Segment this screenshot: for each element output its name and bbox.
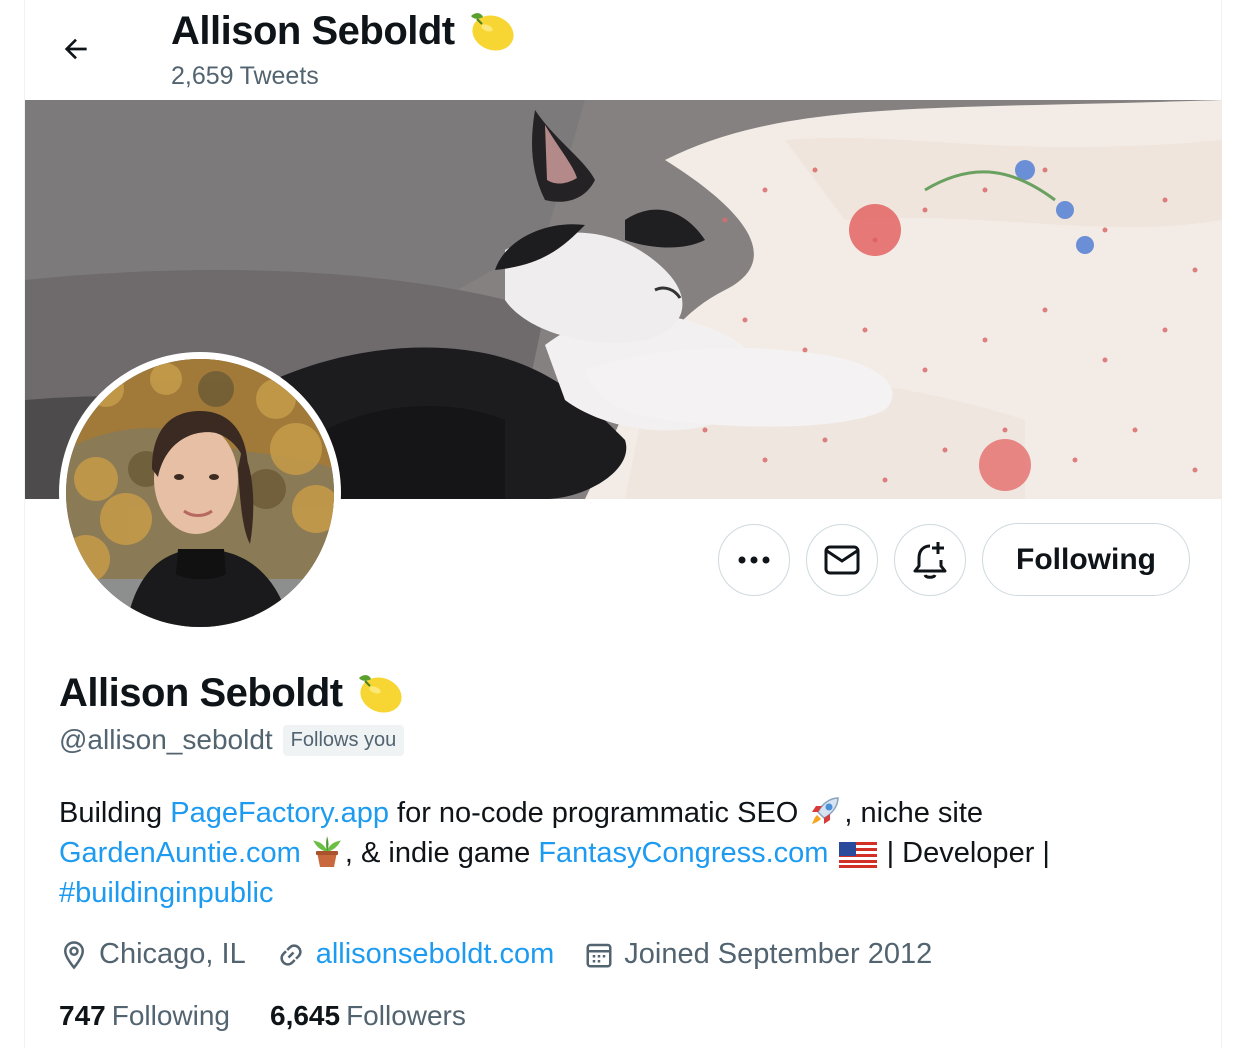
following-count-link[interactable]: 747 Following bbox=[59, 1000, 230, 1032]
profile-display-name: Allison Seboldt bbox=[59, 670, 405, 716]
bio-hashtag[interactable]: #buildinginpublic bbox=[59, 877, 273, 909]
profile-column: Allison Seboldt 2,659 Tweets Following A… bbox=[24, 0, 1222, 1048]
potted-plant-icon bbox=[312, 836, 341, 867]
followers-count-link[interactable]: 6,645 Followers bbox=[270, 1000, 466, 1032]
header-display-name: Allison Seboldt bbox=[171, 8, 517, 54]
profile-avatar[interactable] bbox=[59, 352, 341, 634]
profile-meta: Chicago, IL allisonseboldt.com Joined Se… bbox=[59, 938, 962, 971]
handle-row: @allison_seboldt Follows you bbox=[59, 724, 405, 756]
mail-icon bbox=[824, 545, 860, 575]
follows-you-badge: Follows you bbox=[282, 724, 405, 756]
tweet-count: 2,659 Tweets bbox=[171, 62, 319, 90]
profile-header-bar: Allison Seboldt 2,659 Tweets bbox=[25, 0, 1221, 100]
us-flag-icon bbox=[838, 842, 877, 868]
website-link[interactable]: allisonseboldt.com bbox=[316, 938, 555, 971]
bell-plus-icon bbox=[913, 542, 947, 579]
message-button[interactable] bbox=[806, 524, 878, 596]
back-button[interactable] bbox=[53, 26, 99, 72]
website: allisonseboldt.com bbox=[276, 938, 555, 971]
location: Chicago, IL bbox=[59, 938, 246, 971]
arrow-left-icon bbox=[64, 38, 87, 60]
bio-link-pagefactory[interactable]: PageFactory.app bbox=[170, 797, 389, 829]
join-date: Joined September 2012 bbox=[584, 938, 932, 971]
more-icon bbox=[738, 556, 770, 564]
location-pin-icon bbox=[63, 940, 85, 969]
rocket-icon bbox=[812, 797, 840, 824]
profile-handle: @allison_seboldt bbox=[59, 724, 273, 755]
link-icon bbox=[280, 943, 302, 966]
more-button[interactable] bbox=[718, 524, 790, 596]
lemon-icon bbox=[470, 13, 514, 51]
notifications-button[interactable] bbox=[894, 524, 966, 596]
bio-link-fantasycongress[interactable]: FantasyCongress.com bbox=[538, 837, 828, 869]
profile-bio: Building PageFactory.app for no-code pro… bbox=[59, 793, 1169, 913]
calendar-icon bbox=[586, 943, 612, 967]
follow-stats: 747 Following 6,645 Followers bbox=[59, 1000, 506, 1032]
bio-link-gardenauntie[interactable]: GardenAuntie.com bbox=[59, 837, 301, 869]
lemon-icon bbox=[358, 675, 402, 713]
following-button[interactable]: Following bbox=[982, 523, 1190, 596]
